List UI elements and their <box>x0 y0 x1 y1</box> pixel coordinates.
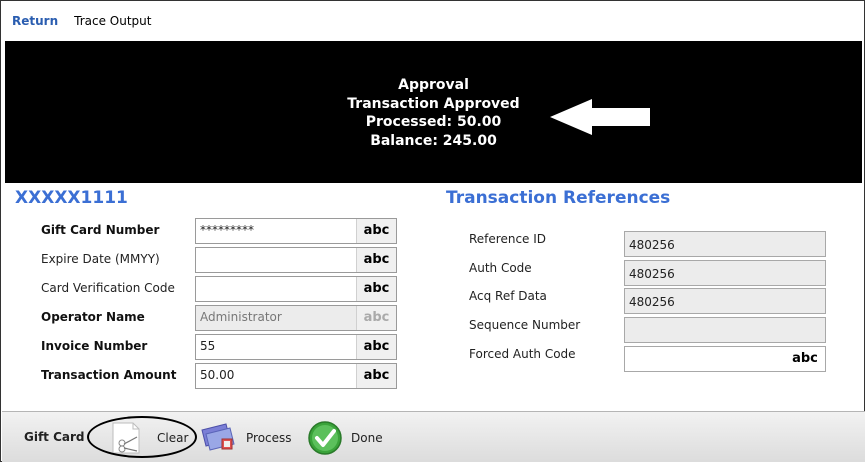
transaction-result-panel: Approval Transaction Approved Processed:… <box>5 41 862 183</box>
result-balance: Balance: 245.00 <box>370 132 497 149</box>
expire-date-field[interactable]: abc <box>195 247 397 273</box>
gift-card-number-keyboard-button[interactable]: abc <box>356 219 396 243</box>
acq-ref-data-label: Acq Ref Data <box>469 289 547 303</box>
operator-name-field: Administrator abc <box>195 305 397 331</box>
masked-card-number: XXXXX1111 <box>15 188 128 208</box>
bottom-toolbar: Gift Card Clear Process Done <box>2 411 865 462</box>
gift-card-number-field[interactable]: ********* abc <box>195 218 397 244</box>
tab-bar: Return Trace Output <box>4 3 159 39</box>
tab-return[interactable]: Return <box>4 3 66 39</box>
acq-ref-data-field: 480256 <box>624 288 826 314</box>
acq-ref-data-value: 480256 <box>629 295 675 309</box>
operator-name-keyboard-button: abc <box>356 306 396 330</box>
transaction-amount-label: Transaction Amount <box>41 368 177 382</box>
operator-name-label: Operator Name <box>41 310 145 324</box>
sequence-number-field <box>624 317 826 343</box>
card-verification-code-keyboard-button[interactable]: abc <box>356 277 396 301</box>
transaction-amount-field[interactable]: 50.00 abc <box>195 363 397 389</box>
result-status: Approval <box>398 77 469 93</box>
expire-date-label: Expire Date (MMYY) <box>41 252 160 266</box>
transaction-amount-keyboard-button[interactable]: abc <box>356 364 396 388</box>
gift-card-number-value: ********* <box>200 223 254 237</box>
transaction-amount-value: 50.00 <box>200 368 235 382</box>
toolbar-title: Gift Card <box>24 430 85 444</box>
reference-id-field: 480256 <box>624 231 826 257</box>
reference-id-label: Reference ID <box>469 232 547 246</box>
result-message: Transaction Approved <box>347 95 520 112</box>
done-label: Done <box>351 431 383 445</box>
forced-auth-code-keyboard-button[interactable]: abc <box>785 347 825 371</box>
clear-label: Clear <box>157 431 189 445</box>
gift-card-window: Return Trace Output Approval Transaction… <box>0 0 865 462</box>
process-card-icon <box>201 423 235 451</box>
process-label: Process <box>246 431 292 445</box>
invoice-number-label: Invoice Number <box>41 339 148 353</box>
auth-code-value: 480256 <box>629 267 675 281</box>
checkmark-icon <box>308 421 342 455</box>
process-button[interactable]: Process <box>200 420 292 456</box>
forced-auth-code-field[interactable]: abc <box>624 346 826 372</box>
card-verification-code-label: Card Verification Code <box>41 281 175 295</box>
auth-code-field: 480256 <box>624 260 826 286</box>
transaction-references-title: Transaction References <box>446 188 671 208</box>
result-processed: Processed: 50.00 <box>365 114 502 130</box>
tab-trace-output[interactable]: Trace Output <box>66 3 159 39</box>
done-button[interactable]: Done <box>307 420 383 456</box>
result-text: Approval Transaction Approved Processed:… <box>5 76 862 150</box>
reference-id-value: 480256 <box>629 238 675 252</box>
expire-date-keyboard-button[interactable]: abc <box>356 248 396 272</box>
auth-code-label: Auth Code <box>469 261 532 275</box>
invoice-number-field[interactable]: 55 abc <box>195 334 397 360</box>
card-verification-code-field[interactable]: abc <box>195 276 397 302</box>
clear-icon <box>112 422 140 454</box>
invoice-number-value: 55 <box>200 339 216 353</box>
forced-auth-code-label: Forced Auth Code <box>469 347 576 361</box>
invoice-number-keyboard-button[interactable]: abc <box>356 335 396 359</box>
operator-name-value: Administrator <box>200 310 282 324</box>
gift-card-number-label: Gift Card Number <box>41 223 160 237</box>
left-arrow-icon <box>550 99 650 135</box>
clear-button[interactable]: Clear <box>109 420 188 456</box>
sequence-number-label: Sequence Number <box>469 318 581 332</box>
